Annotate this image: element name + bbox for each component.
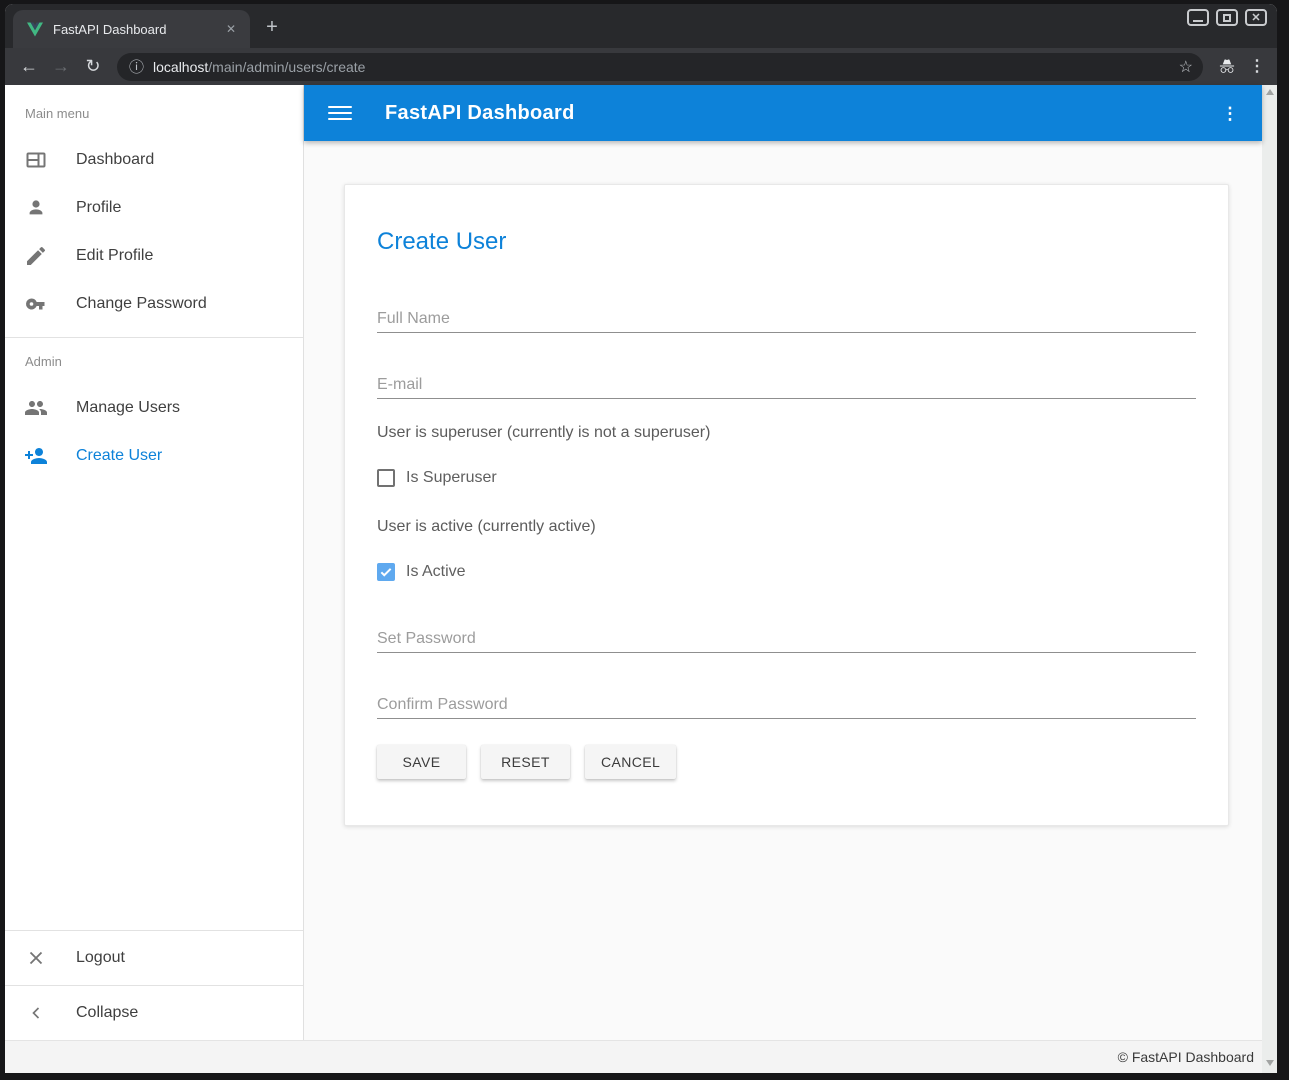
sidebar-item-change-password[interactable]: Change Password (5, 280, 303, 328)
active-checkbox-row: Is Active (377, 563, 1196, 581)
hamburger-menu-icon[interactable] (328, 106, 352, 120)
set-password-field-wrap (377, 625, 1196, 653)
copyright-text: © FastAPI Dashboard (1118, 1049, 1254, 1065)
tab-close-icon[interactable]: ✕ (222, 20, 240, 38)
browser-tab[interactable]: FastAPI Dashboard ✕ (13, 10, 250, 48)
appbar: FastAPI Dashboard ⋮ (304, 85, 1262, 141)
pencil-icon (24, 244, 48, 268)
url-text[interactable]: localhost/main/admin/users/create (153, 59, 1179, 75)
sidebar-divider (5, 337, 303, 338)
cancel-button[interactable]: CANCEL (585, 745, 676, 779)
confirm-password-input[interactable] (377, 691, 1196, 719)
back-button[interactable]: ← (15, 53, 43, 81)
scroll-up-icon[interactable] (1266, 89, 1274, 95)
save-button[interactable]: SAVE (377, 745, 466, 779)
is-superuser-checkbox[interactable] (377, 469, 395, 487)
browser-menu-button[interactable]: ⋮ (1247, 59, 1267, 75)
sidebar-spacer (5, 480, 303, 930)
email-input[interactable] (377, 371, 1196, 399)
sidebar-item-logout[interactable]: Logout (5, 931, 303, 985)
window-controls: ✕ (1187, 9, 1267, 26)
sidebar-item-collapse[interactable]: Collapse (5, 986, 303, 1040)
maximize-button[interactable] (1216, 9, 1238, 26)
key-icon (24, 292, 48, 316)
confirm-password-field-wrap (377, 691, 1196, 719)
close-icon: ✕ (1251, 11, 1260, 24)
people-icon (24, 396, 48, 420)
incognito-icon (1217, 58, 1237, 75)
sidebar-item-manage-users[interactable]: Manage Users (5, 384, 303, 432)
superuser-checkbox-row: Is Superuser (377, 469, 1196, 487)
is-superuser-label: Is Superuser (406, 469, 497, 487)
sidebar-section-admin: Admin (25, 354, 303, 369)
site-info-icon[interactable]: ⓘ (129, 56, 144, 77)
set-password-input[interactable] (377, 625, 1196, 653)
sidebar-item-profile[interactable]: Profile (5, 184, 303, 232)
sidebar: Main menu Dashboard Profile (5, 85, 304, 1040)
is-active-label: Is Active (406, 563, 466, 581)
main-area: FastAPI Dashboard ⋮ Create User (304, 85, 1262, 1040)
new-tab-button[interactable]: + (258, 14, 286, 42)
vertical-scrollbar[interactable] (1262, 85, 1277, 1073)
forward-button[interactable]: → (47, 53, 75, 81)
bookmark-star-icon[interactable]: ☆ (1179, 57, 1193, 77)
close-window-button[interactable]: ✕ (1245, 9, 1267, 26)
address-bar[interactable]: ⓘ localhost/main/admin/users/create ☆ (117, 53, 1203, 81)
close-icon (24, 946, 48, 970)
dashboard-icon (24, 148, 48, 172)
browser-titlebar: FastAPI Dashboard ✕ + ✕ (5, 4, 1277, 48)
scroll-down-icon[interactable] (1266, 1060, 1274, 1066)
active-hint: User is active (currently active) (377, 517, 1196, 537)
email-field-wrap (377, 371, 1196, 399)
form-actions: SAVE RESET CANCEL (377, 745, 1196, 779)
superuser-hint: User is superuser (currently is not a su… (377, 423, 1196, 443)
maximize-icon (1223, 14, 1231, 22)
reload-button[interactable]: ↻ (79, 53, 107, 81)
person-add-icon (24, 444, 48, 468)
browser-window: FastAPI Dashboard ✕ + ✕ ← → ↻ ⓘ localhos… (5, 4, 1277, 1073)
check-icon (379, 565, 393, 579)
reset-button[interactable]: RESET (481, 745, 570, 779)
appbar-menu-button[interactable]: ⋮ (1220, 105, 1240, 122)
full-name-field-wrap (377, 305, 1196, 333)
app-footer: © FastAPI Dashboard (5, 1040, 1262, 1073)
minimize-button[interactable] (1187, 9, 1209, 26)
sidebar-section-main-menu: Main menu (25, 106, 303, 121)
is-active-checkbox[interactable] (377, 563, 395, 581)
create-user-card: Create User User is superuser (currently… (344, 184, 1229, 826)
sidebar-item-dashboard[interactable]: Dashboard (5, 136, 303, 184)
tab-title: FastAPI Dashboard (53, 22, 222, 37)
page-viewport: Main menu Dashboard Profile (5, 85, 1277, 1073)
vue-favicon-icon (27, 22, 43, 37)
page-title: Create User (377, 227, 1196, 257)
full-name-input[interactable] (377, 305, 1196, 333)
sidebar-item-create-user[interactable]: Create User (5, 432, 303, 480)
page-content: Create User User is superuser (currently… (304, 141, 1262, 1040)
sidebar-item-edit-profile[interactable]: Edit Profile (5, 232, 303, 280)
browser-toolbar: ← → ↻ ⓘ localhost/main/admin/users/creat… (5, 48, 1277, 85)
appbar-title: FastAPI Dashboard (385, 102, 575, 125)
chevron-left-icon (24, 1001, 48, 1025)
minimize-icon (1193, 20, 1203, 22)
person-icon (24, 196, 48, 220)
